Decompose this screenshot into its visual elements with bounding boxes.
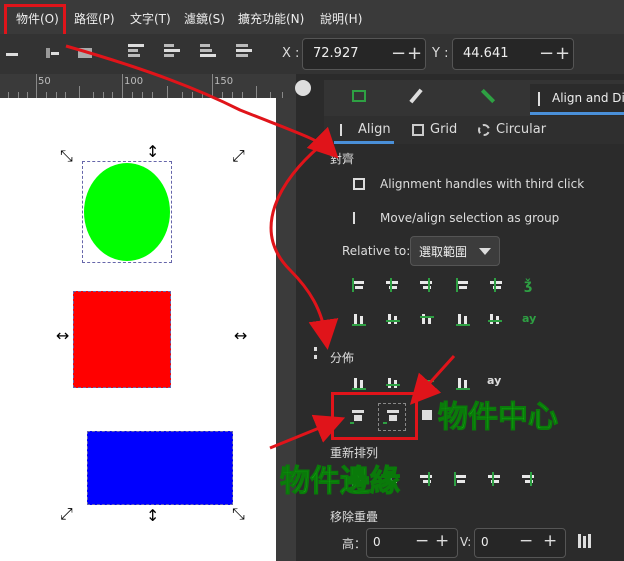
annotation-arrow-edge [269, 414, 346, 450]
annotation-arrow-to-distribute [269, 144, 339, 350]
annotation-object-edge: 物件邊緣 [280, 464, 401, 500]
annotation-arrow-to-align [65, 44, 339, 159]
annotation-object-center: 物件中心 [438, 400, 559, 436]
annotation-arrow-center [409, 354, 456, 405]
